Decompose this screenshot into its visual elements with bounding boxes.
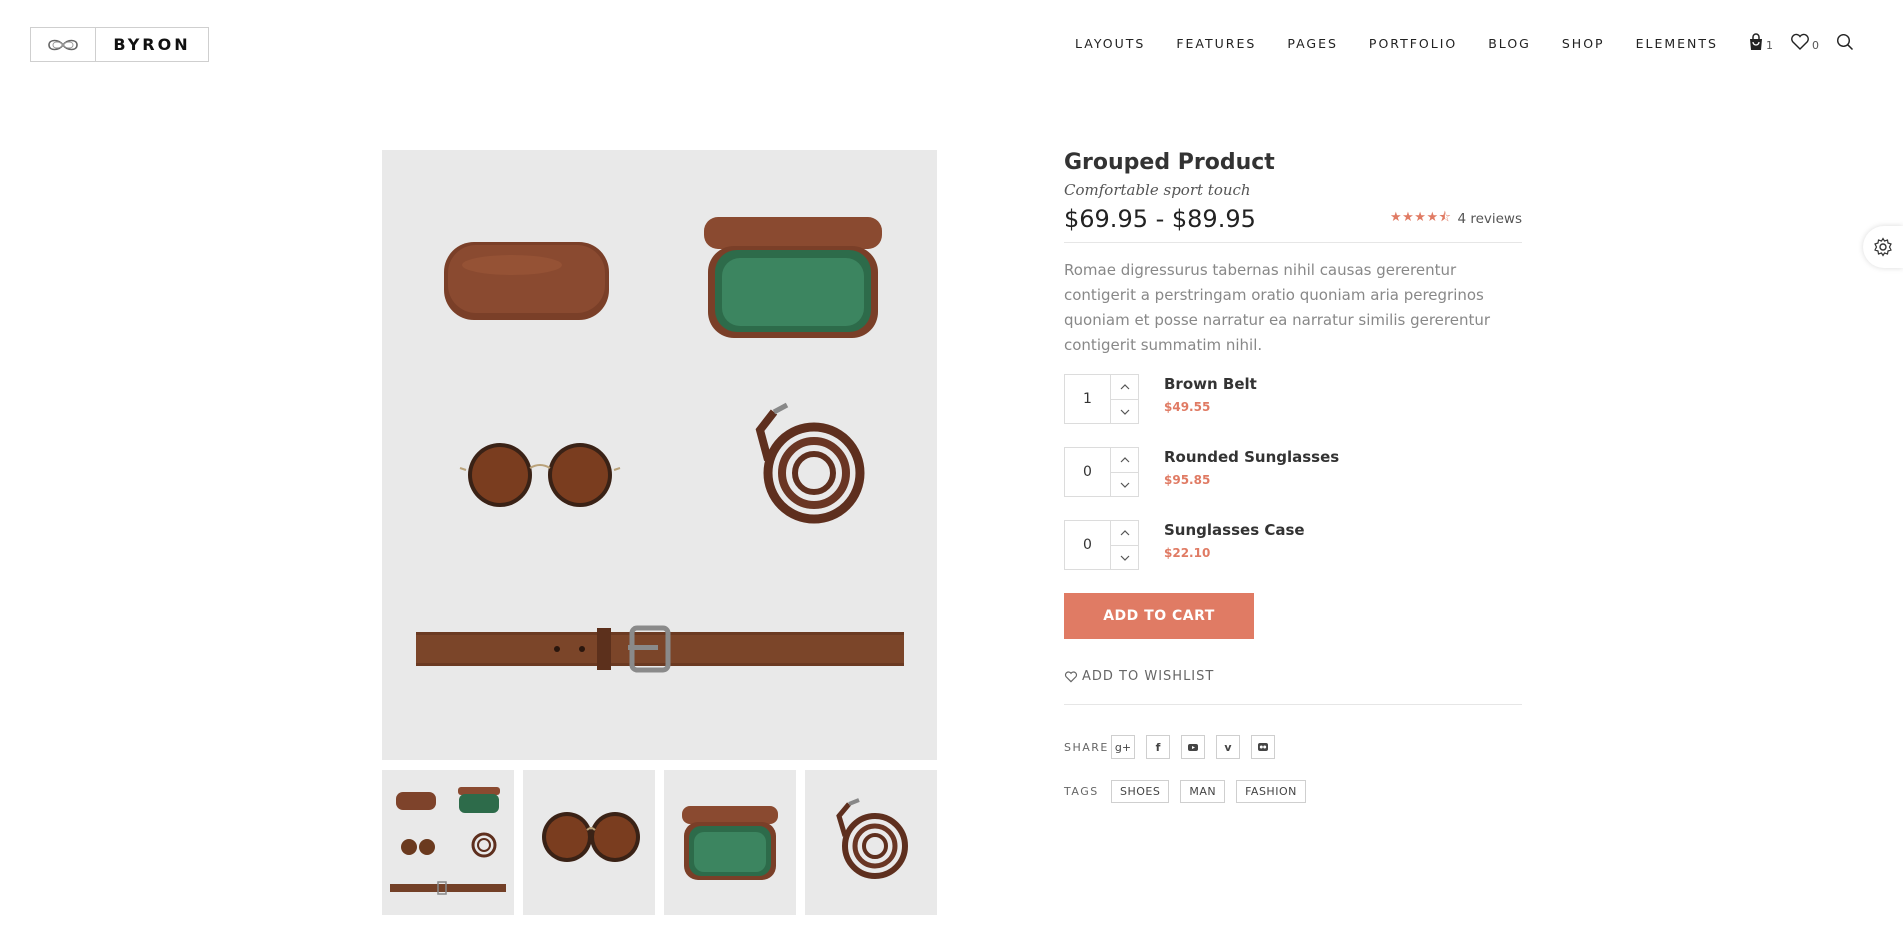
chevron-down-icon[interactable] [1111,400,1138,424]
quantity-stepper[interactable]: 1 [1064,374,1139,425]
thumbnail-all[interactable] [382,770,514,915]
closed-case-image [444,242,609,320]
add-to-wishlist-link[interactable]: ADD TO WISHLIST [1064,669,1522,684]
infinity-logo-icon [31,28,96,61]
nav-shop[interactable]: SHOP [1562,36,1605,51]
item-price: $95.85 [1164,473,1211,488]
nav-blog[interactable]: BLOG [1488,36,1531,51]
divider [1064,704,1522,706]
grouped-item: 0 Sunglasses Case $22.10 [1064,520,1522,593]
product-info: Grouped Product Comfortable sport touch … [1064,150,1522,804]
nav-portfolio[interactable]: PORTFOLIO [1369,36,1457,51]
wishlist-count: 0 [1812,39,1819,52]
cart-count: 1 [1766,39,1773,52]
thumbnail-strip [382,770,937,915]
product-rating[interactable]: ★★★★⯪ 4 reviews [1390,208,1522,230]
price-row: $69.95 - $89.95 ★★★★⯪ 4 reviews [1064,205,1522,244]
review-count: 4 reviews [1457,211,1522,228]
chevron-down-icon[interactable] [1111,546,1138,570]
item-name[interactable]: Sunglasses Case [1164,521,1305,539]
product-subtitle: Comfortable sport touch [1064,181,1251,200]
item-price: $22.10 [1164,546,1211,561]
chevron-up-icon[interactable] [1111,521,1138,546]
wishlist-label: ADD TO WISHLIST [1082,669,1215,685]
quantity-stepper[interactable]: 0 [1064,447,1139,498]
product-description: Romae digressurus tabernas nihil causas … [1064,261,1491,355]
product-title: Grouped Product [1064,150,1275,175]
thumbnail-belt[interactable] [805,770,937,915]
grouped-items: 1 Brown Belt $49.55 0 Rounded Sunglasses… [1064,374,1522,593]
open-case-image [704,217,882,338]
sunglasses-image [459,443,621,507]
facebook-icon[interactable]: f [1146,735,1170,760]
thumbnail-case[interactable] [664,770,796,915]
tags-row: TAGS SHOES MAN FASHION [1064,780,1522,804]
coiled-belt-image [755,402,865,524]
tag-shoes[interactable]: SHOES [1111,780,1170,804]
nav-elements[interactable]: ELEMENTS [1636,36,1718,51]
item-name[interactable]: Brown Belt [1164,375,1257,393]
main-nav: LAYOUTS FEATURES PAGES PORTFOLIO BLOG SH… [1075,36,1749,51]
google-plus-icon[interactable]: g+ [1111,735,1135,760]
thumbnail-sunglasses[interactable] [523,770,655,915]
gear-icon [1874,237,1892,257]
logo[interactable]: BYRON [30,27,209,62]
nav-layouts[interactable]: LAYOUTS [1075,36,1145,51]
share-row: SHARE g+ f v [1064,735,1522,760]
nav-pages[interactable]: PAGES [1287,36,1338,51]
chevron-down-icon[interactable] [1111,473,1138,497]
product-price: $69.95 - $89.95 [1064,205,1256,234]
tags-label: TAGS [1064,785,1099,799]
youtube-icon[interactable] [1181,735,1205,760]
heart-icon [1791,33,1809,50]
quantity-input[interactable]: 0 [1065,448,1111,497]
nav-features[interactable]: FEATURES [1176,36,1256,51]
search-icon [1836,33,1854,51]
cart-button[interactable]: 1 [1748,33,1773,51]
long-belt-image [416,625,904,673]
rating-stars-icon: ★★★★⯪ [1390,210,1452,226]
product-main-image[interactable] [382,150,937,760]
settings-panel-toggle[interactable] [1863,226,1903,268]
vimeo-icon[interactable]: v [1216,735,1240,760]
quantity-input[interactable]: 0 [1065,521,1111,570]
add-to-cart-button[interactable]: ADD TO CART [1064,593,1254,640]
brand-name: BYRON [113,35,191,54]
chevron-up-icon[interactable] [1111,448,1138,473]
tag-fashion[interactable]: FASHION [1236,780,1306,804]
grouped-item: 1 Brown Belt $49.55 [1064,374,1522,447]
share-label: SHARE [1064,740,1109,754]
quantity-stepper[interactable]: 0 [1064,520,1139,571]
item-price: $49.55 [1164,400,1211,415]
wishlist-button[interactable]: 0 [1790,33,1819,51]
grouped-item: 0 Rounded Sunglasses $95.85 [1064,447,1522,520]
quantity-input[interactable]: 1 [1065,375,1111,424]
item-name[interactable]: Rounded Sunglasses [1164,448,1339,466]
flickr-icon[interactable] [1251,735,1275,760]
cart-icon [1750,33,1762,50]
search-button[interactable] [1836,33,1854,51]
tag-man[interactable]: MAN [1180,780,1226,804]
heart-icon [1064,671,1078,683]
chevron-up-icon[interactable] [1111,375,1138,400]
header-icons: 1 0 [1748,33,1871,51]
